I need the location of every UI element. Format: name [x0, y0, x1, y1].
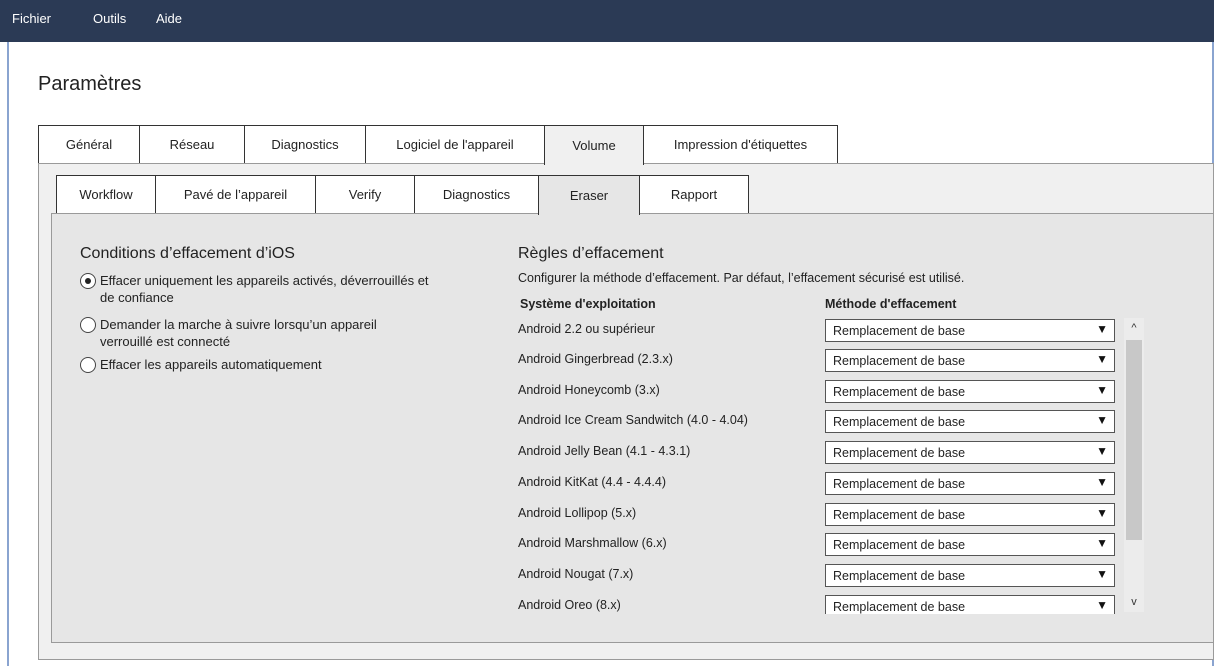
page-title: Paramètres — [38, 73, 142, 95]
erase-rules-list[interactable]: Android 2.2 ou supérieur Remplacement de… — [510, 316, 1150, 614]
tab-general[interactable]: Général — [38, 125, 140, 163]
rule-row: Android KitKat (4.4 - 4.4.4) Remplacemen… — [510, 469, 1150, 499]
subtab-verify[interactable]: Verify — [315, 175, 415, 213]
dropdown-arrow-icon: ▼ — [1096, 383, 1108, 397]
os-name: Android KitKat (4.4 - 4.4.4) — [518, 475, 666, 489]
select-value: Remplacement de base — [833, 415, 966, 429]
dropdown-arrow-icon: ▼ — [1096, 536, 1108, 550]
rule-row: Android Oreo (8.x) Remplacement de base … — [510, 592, 1150, 614]
subtab-report[interactable]: Rapport — [639, 175, 749, 213]
select-value: Remplacement de base — [833, 324, 966, 338]
rule-row: Android Marshmallow (6.x) Remplacement d… — [510, 530, 1150, 560]
rule-row: Android Gingerbread (2.3.x) Remplacement… — [510, 346, 1150, 376]
select-value: Remplacement de base — [833, 508, 966, 522]
rule-row: Android Honeycomb (3.x) Remplacement de … — [510, 377, 1150, 407]
dropdown-arrow-icon: ▼ — [1096, 598, 1108, 612]
erase-method-select[interactable]: Remplacement de base ▼ — [825, 533, 1115, 556]
rules-scrollbar[interactable]: ^ v — [1124, 318, 1144, 612]
scroll-down-icon[interactable]: v — [1124, 592, 1144, 612]
dropdown-arrow-icon: ▼ — [1096, 322, 1108, 336]
erase-method-select[interactable]: Remplacement de base ▼ — [825, 595, 1115, 614]
subtab-diagnostics[interactable]: Diagnostics — [414, 175, 539, 213]
erase-method-select[interactable]: Remplacement de base ▼ — [825, 503, 1115, 526]
select-value: Remplacement de base — [833, 569, 966, 583]
rule-row: Android Lollipop (5.x) Remplacement de b… — [510, 500, 1150, 530]
tab-network[interactable]: Réseau — [139, 125, 245, 163]
radio-button[interactable] — [80, 357, 96, 373]
tab-label-printing[interactable]: Impression d'étiquettes — [643, 125, 838, 163]
dropdown-arrow-icon: ▼ — [1096, 444, 1108, 458]
scroll-up-icon[interactable]: ^ — [1124, 318, 1144, 338]
radio-button[interactable] — [80, 317, 96, 333]
window-border-left — [7, 42, 9, 666]
os-name: Android Oreo (8.x) — [518, 598, 621, 612]
os-name: Android Lollipop (5.x) — [518, 506, 637, 520]
select-value: Remplacement de base — [833, 385, 966, 399]
column-header-method: Méthode d'effacement — [825, 297, 957, 311]
erase-method-select[interactable]: Remplacement de base ▼ — [825, 564, 1115, 587]
select-value: Remplacement de base — [833, 446, 966, 460]
column-header-os: Système d'exploitation — [520, 297, 656, 311]
menu-tools[interactable]: Outils — [93, 11, 126, 26]
dropdown-arrow-icon: ▼ — [1096, 475, 1108, 489]
select-value: Remplacement de base — [833, 538, 966, 552]
ios-conditions-title: Conditions d’effacement d’iOS — [80, 245, 295, 262]
rule-row: Android Nougat (7.x) Remplacement de bas… — [510, 561, 1150, 591]
rule-row: Android Jelly Bean (4.1 - 4.3.1) Remplac… — [510, 438, 1150, 468]
os-name: Android Ice Cream Sandwitch (4.0 - 4.04) — [518, 413, 748, 427]
tab-volume[interactable]: Volume — [544, 125, 644, 165]
erase-rules-description: Configurer la méthode d’effacement. Par … — [518, 271, 965, 285]
os-name: Android Nougat (7.x) — [518, 567, 634, 581]
select-value: Remplacement de base — [833, 600, 966, 614]
radio-button-checked[interactable] — [80, 273, 96, 289]
select-value: Remplacement de base — [833, 354, 966, 368]
tab-device-software[interactable]: Logiciel de l'appareil — [365, 125, 545, 163]
menu-help[interactable]: Aide — [156, 11, 182, 26]
dropdown-arrow-icon: ▼ — [1096, 567, 1108, 581]
scroll-thumb[interactable] — [1126, 340, 1142, 540]
rule-row: Android 2.2 ou supérieur Remplacement de… — [510, 316, 1150, 346]
radio-label: Demander la marche à suivre lorsqu’un ap… — [100, 317, 377, 349]
dropdown-arrow-icon: ▼ — [1096, 352, 1108, 366]
dropdown-arrow-icon: ▼ — [1096, 506, 1108, 520]
ios-option-trusted-only[interactable]: Effacer uniquement les appareils activés… — [80, 272, 430, 306]
erase-method-select[interactable]: Remplacement de base ▼ — [825, 472, 1115, 495]
select-value: Remplacement de base — [833, 477, 966, 491]
menu-file[interactable]: Fichier — [12, 11, 51, 26]
dropdown-arrow-icon: ▼ — [1096, 413, 1108, 427]
erase-rules-title: Règles d’effacement — [518, 245, 664, 262]
subtab-eraser[interactable]: Eraser — [538, 175, 640, 215]
os-name: Android Marshmallow (6.x) — [518, 536, 667, 550]
tab-diagnostics[interactable]: Diagnostics — [244, 125, 366, 163]
menu-bar: Fichier Outils Aide — [0, 0, 1214, 42]
ios-option-ask-when-locked[interactable]: Demander la marche à suivre lorsqu’un ap… — [80, 316, 430, 350]
subtab-device-pad[interactable]: Pavé de l’appareil — [155, 175, 316, 213]
os-name: Android Gingerbread (2.3.x) — [518, 352, 673, 366]
erase-method-select[interactable]: Remplacement de base ▼ — [825, 349, 1115, 372]
ios-option-auto-erase[interactable]: Effacer les appareils automatiquement — [80, 356, 430, 373]
erase-method-select[interactable]: Remplacement de base ▼ — [825, 319, 1115, 342]
os-name: Android 2.2 ou supérieur — [518, 322, 655, 336]
erase-method-select[interactable]: Remplacement de base ▼ — [825, 410, 1115, 433]
erase-method-select[interactable]: Remplacement de base ▼ — [825, 441, 1115, 464]
radio-label: Effacer les appareils automatiquement — [100, 357, 322, 372]
os-name: Android Jelly Bean (4.1 - 4.3.1) — [518, 444, 691, 458]
os-name: Android Honeycomb (3.x) — [518, 383, 660, 397]
subtab-workflow[interactable]: Workflow — [56, 175, 156, 213]
radio-label: Effacer uniquement les appareils activés… — [100, 273, 429, 305]
erase-method-select[interactable]: Remplacement de base ▼ — [825, 380, 1115, 403]
rule-row: Android Ice Cream Sandwitch (4.0 - 4.04)… — [510, 407, 1150, 437]
